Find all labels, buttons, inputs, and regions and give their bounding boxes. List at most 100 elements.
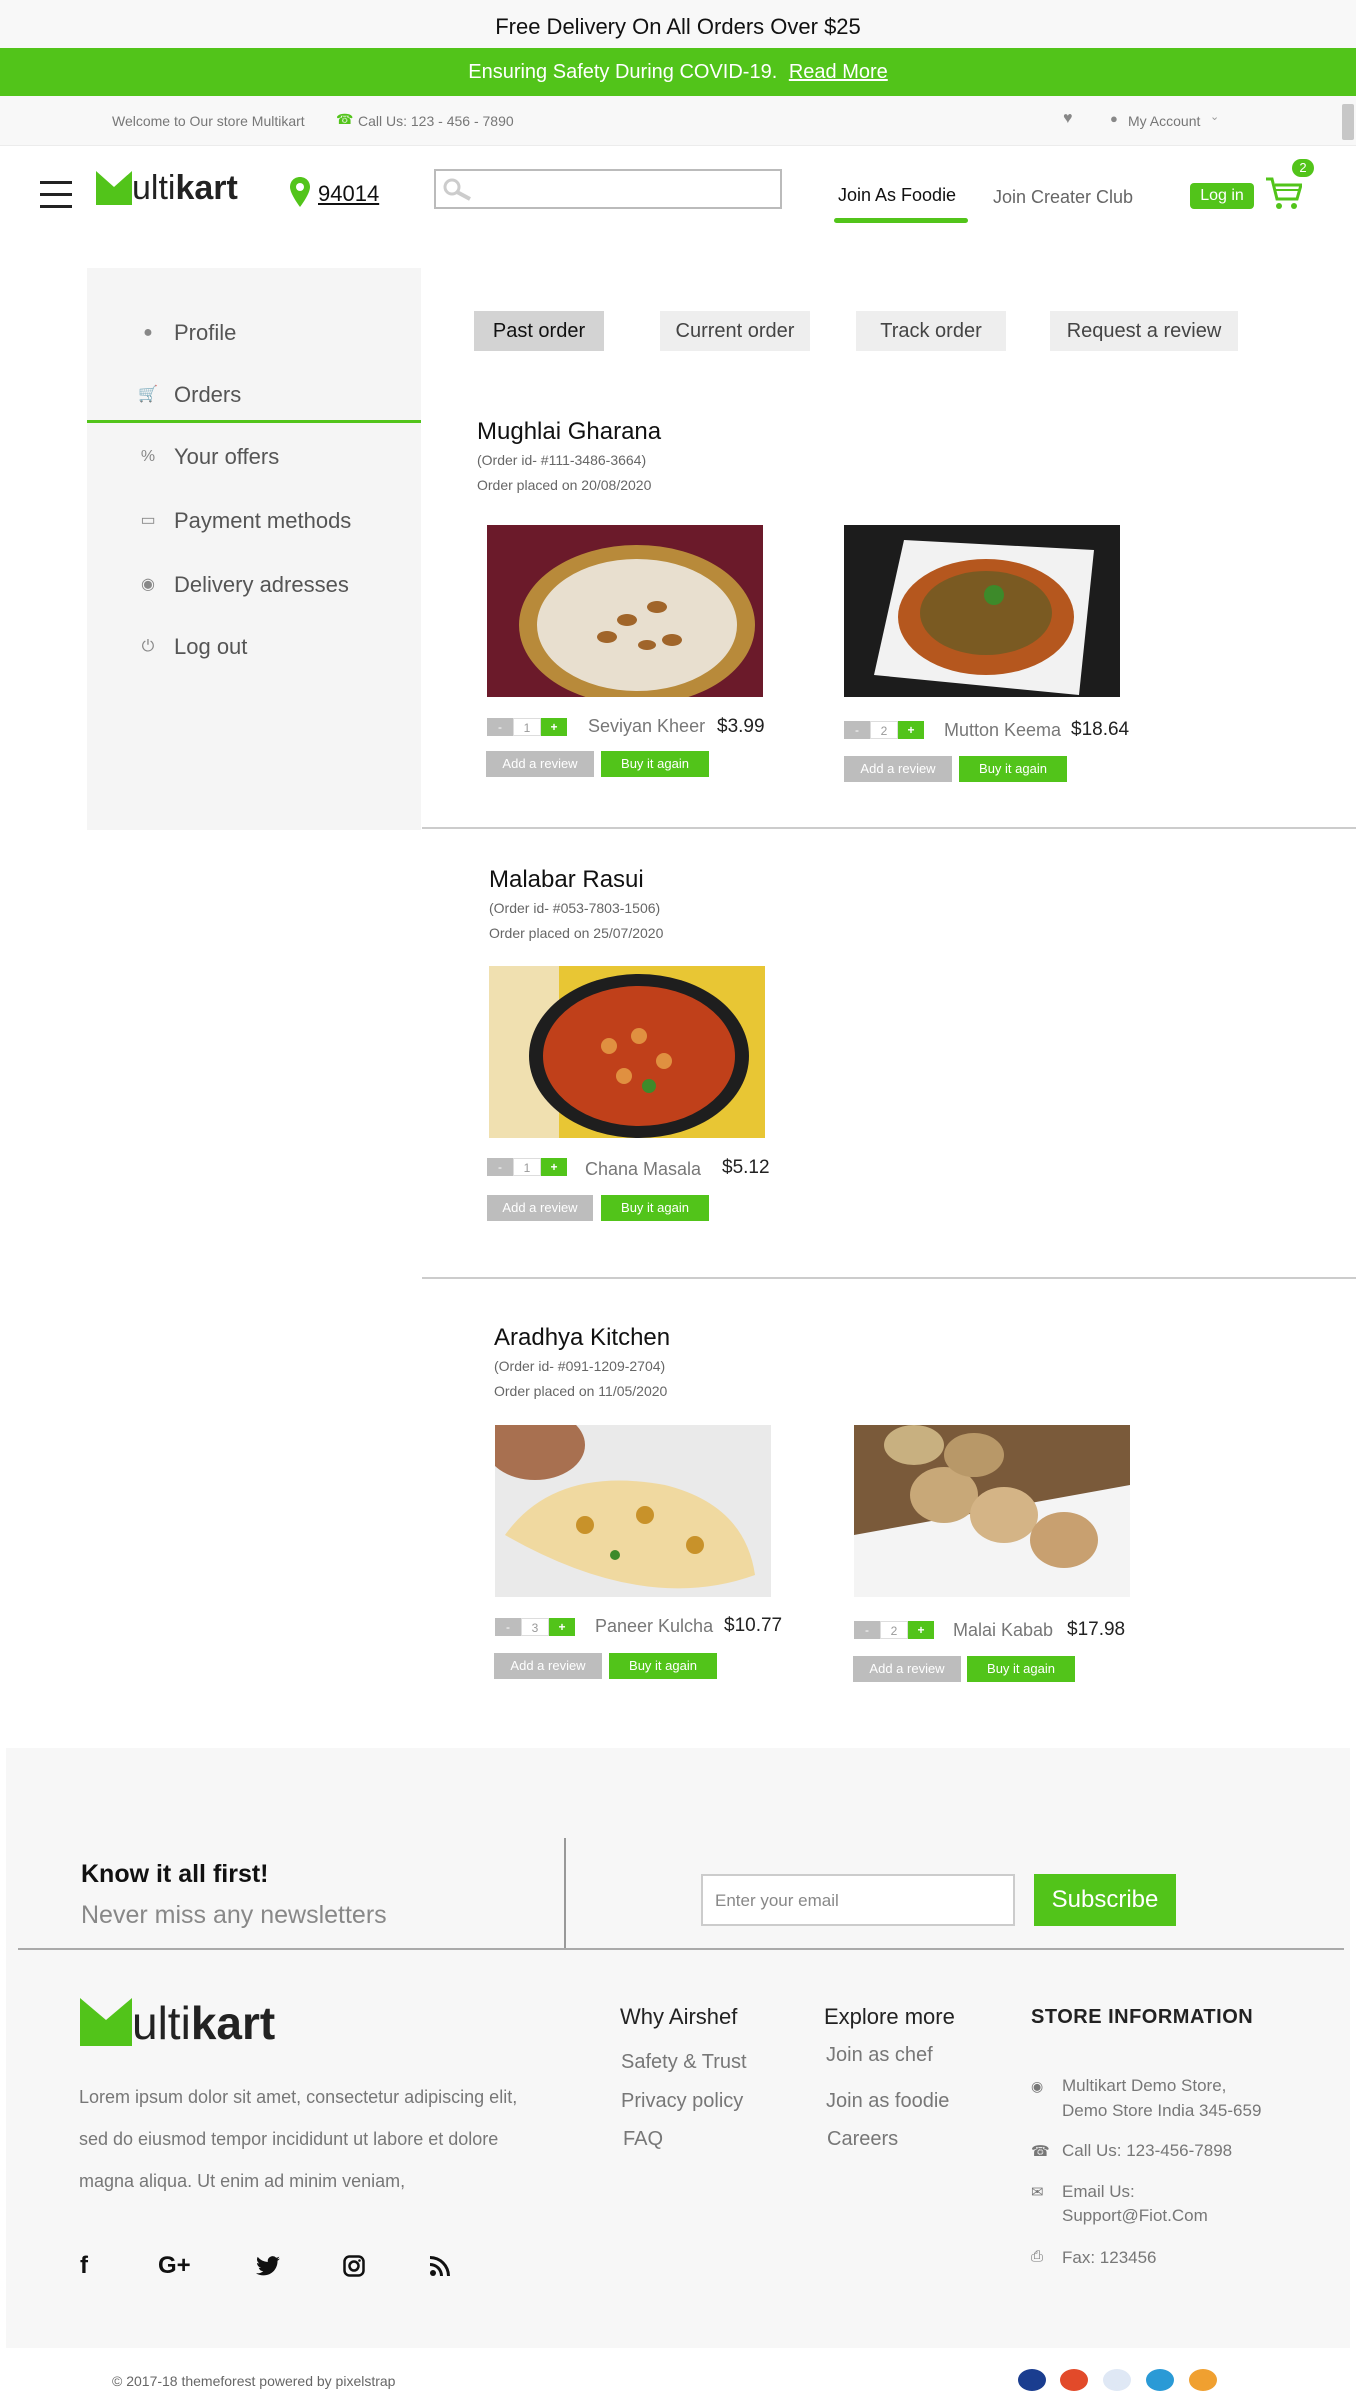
restaurant-name: Aradhya Kitchen [494,1324,671,1351]
footer-link-careers[interactable]: Careers [827,2128,898,2151]
buy-again-button[interactable]: Buy it again [967,1656,1075,1682]
sidebar-item-profile[interactable]: ● Profile [138,316,236,350]
increase-button[interactable]: + [541,1158,567,1176]
order-card: Aradhya Kitchen (Order id- #091-1209-270… [494,1324,670,1399]
power-icon: ⏻ [141,638,155,655]
food-image[interactable] [844,525,1120,697]
location-icon: ◉ [141,576,155,593]
buy-again-button[interactable]: Buy it again [601,1195,709,1221]
search-input[interactable] [434,169,782,209]
buy-again-button[interactable]: Buy it again [609,1653,717,1679]
decrease-button[interactable]: - [487,718,513,736]
payment-icon: ▭ [140,512,156,529]
newsletter-subtitle: Never miss any newsletters [81,1901,387,1929]
buy-again-button[interactable]: Buy it again [601,751,709,777]
logo-text-kart: kart [190,1997,276,2049]
tab-request-review[interactable]: Request a review [1050,311,1238,351]
order-id: (Order id- #111-3486-3664) [477,452,647,468]
add-review-button[interactable]: Add a review [487,1195,593,1221]
scrollbar[interactable] [1342,104,1354,140]
logo[interactable]: ulti kart [96,171,238,205]
heart-icon[interactable]: ♥ [1063,110,1073,128]
rss-icon[interactable] [430,2256,450,2276]
menu-icon[interactable] [40,181,72,217]
footer-logo[interactable]: ulti kart [80,1998,275,2046]
header: ulti kart 94014 Join As Foodie Join Crea… [0,147,1356,265]
sidebar-item-orders[interactable]: 🛒 Orders [138,378,241,412]
newsletter-title: Know it all first! [81,1860,269,1888]
cart-icon: 🛒 [138,386,158,403]
order-date: Order placed on 25/07/2020 [489,925,664,941]
google-plus-icon[interactable]: G+ [158,2252,191,2280]
item-price: $18.64 [1071,719,1130,740]
footer-link-join-foodie[interactable]: Join as foodie [826,2090,949,2113]
decrease-button[interactable]: - [854,1621,880,1639]
add-review-button[interactable]: Add a review [494,1653,602,1679]
restaurant-name: Mughlai Gharana [477,418,662,445]
increase-button[interactable]: + [541,718,567,736]
location-pin-icon [290,177,310,207]
increase-button[interactable]: + [908,1621,934,1639]
add-review-button[interactable]: Add a review [844,756,952,782]
quantity-stepper[interactable]: - 2 + [844,721,924,739]
quantity-stepper[interactable]: - 3 + [495,1618,575,1636]
footer-link-join-chef[interactable]: Join as chef [826,2044,933,2067]
decrease-button[interactable]: - [495,1618,521,1636]
sidebar-item-label: Delivery adresses [174,572,349,597]
store-email[interactable]: Support@Fiot.Com [1062,2206,1208,2226]
sidebar-item-logout[interactable]: ⏻ Log out [138,630,248,664]
paypal-icon [1103,2369,1131,2391]
user-icon: ● [1110,111,1118,126]
login-button[interactable]: Log in [1190,183,1254,209]
quantity-stepper[interactable]: - 1 + [487,1158,567,1176]
food-image[interactable] [854,1425,1130,1597]
order-card: Mughlai Gharana (Order id- #111-3486-366… [477,418,661,493]
read-more-link[interactable]: Read More [789,61,888,83]
facebook-icon[interactable]: f [80,2252,88,2280]
email-input[interactable]: Enter your email [701,1874,1015,1926]
footer-link-faq[interactable]: FAQ [623,2128,663,2151]
sidebar-item-delivery-addresses[interactable]: ◉ Delivery adresses [138,568,349,602]
cart-icon[interactable] [1264,175,1302,211]
order-card: Malabar Rasui (Order id- #053-7803-1506)… [489,866,663,941]
footer-link-privacy[interactable]: Privacy policy [621,2090,743,2113]
sidebar-item-offers[interactable]: % Your offers [138,440,279,474]
item-name: Seviyan Kheer [588,716,706,736]
divider [422,1277,1356,1279]
increase-button[interactable]: + [549,1618,575,1636]
instagram-icon[interactable] [343,2255,365,2277]
quantity-value: 2 [880,1621,908,1639]
quantity-stepper[interactable]: - 1 + [487,718,567,736]
my-account-link[interactable]: My Account [1128,113,1200,129]
nav-join-as-foodie[interactable]: Join As Foodie [838,185,956,206]
tab-current-order[interactable]: Current order [660,311,810,351]
food-image[interactable] [487,525,763,697]
pincode[interactable]: 94014 [318,181,379,207]
subscribe-button[interactable]: Subscribe [1034,1874,1176,1926]
add-review-button[interactable]: Add a review [486,751,594,777]
tab-track-order[interactable]: Track order [856,311,1006,351]
decrease-button[interactable]: - [844,721,870,739]
increase-button[interactable]: + [898,721,924,739]
covid-text: Ensuring Safety During COVID-19. [468,61,778,83]
decrease-button[interactable]: - [487,1158,513,1176]
order-id: (Order id- #091-1209-2704) [494,1358,666,1374]
tab-past-order[interactable]: Past order [474,311,604,351]
food-image[interactable] [495,1425,771,1597]
quantity-stepper[interactable]: - 2 + [854,1621,934,1639]
cart-count-badge: 2 [1292,159,1314,177]
store-address-line1: Multikart Demo Store, [1062,2076,1227,2095]
email-icon: ✉ [1031,2184,1044,2201]
mastercard-icon [1060,2369,1088,2391]
add-review-button[interactable]: Add a review [853,1656,961,1682]
welcome-bar: Welcome to Our store Multikart ☎ Call Us… [0,96,1356,146]
store-phone: Call Us: 123-456-7898 [1062,2141,1233,2160]
sidebar-item-payment-methods[interactable]: ▭ Payment methods [138,504,351,538]
food-image[interactable] [489,966,765,1138]
buy-again-button[interactable]: Buy it again [959,756,1067,782]
quantity-value: 2 [870,721,898,739]
footer-link-safety[interactable]: Safety & Trust [621,2051,747,2074]
logo-text-ulti: ulti [132,1997,191,2049]
nav-join-creater-club[interactable]: Join Creater Club [993,187,1133,208]
twitter-icon[interactable] [256,2256,280,2276]
